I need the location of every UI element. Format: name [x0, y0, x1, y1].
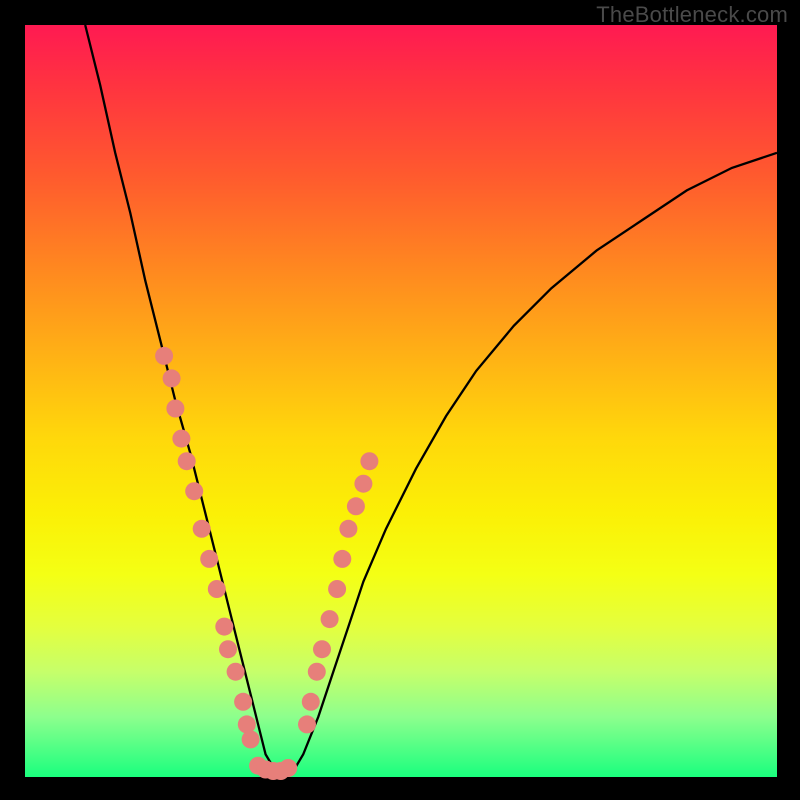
curve-layer [25, 25, 777, 777]
marker-dot [339, 520, 357, 538]
marker-dot [238, 715, 256, 733]
marker-dot [166, 400, 184, 418]
marker-dot [234, 693, 252, 711]
marker-dot [313, 640, 331, 658]
chart-frame: TheBottleneck.com [0, 0, 800, 800]
marker-dot [227, 663, 245, 681]
marker-dot [328, 580, 346, 598]
marker-dot [354, 475, 372, 493]
marker-dot [347, 497, 365, 515]
marker-dot [360, 452, 378, 470]
marker-dot [178, 452, 196, 470]
marker-dot [298, 715, 316, 733]
marker-dot [333, 550, 351, 568]
marker-dot [208, 580, 226, 598]
marker-dot [172, 430, 190, 448]
marker-dot [163, 369, 181, 387]
bottleneck-curve [85, 25, 777, 773]
plot-area [25, 25, 777, 777]
marker-dot [308, 663, 326, 681]
marker-dot [321, 610, 339, 628]
marker-dot [302, 693, 320, 711]
marker-dot [242, 730, 260, 748]
marker-dot [219, 640, 237, 658]
marker-dot [215, 618, 233, 636]
marker-dot [200, 550, 218, 568]
marker-dot [279, 759, 297, 777]
watermark-text: TheBottleneck.com [596, 2, 788, 28]
marker-dot [193, 520, 211, 538]
marker-dots [155, 347, 378, 780]
marker-dot [185, 482, 203, 500]
marker-dot [155, 347, 173, 365]
